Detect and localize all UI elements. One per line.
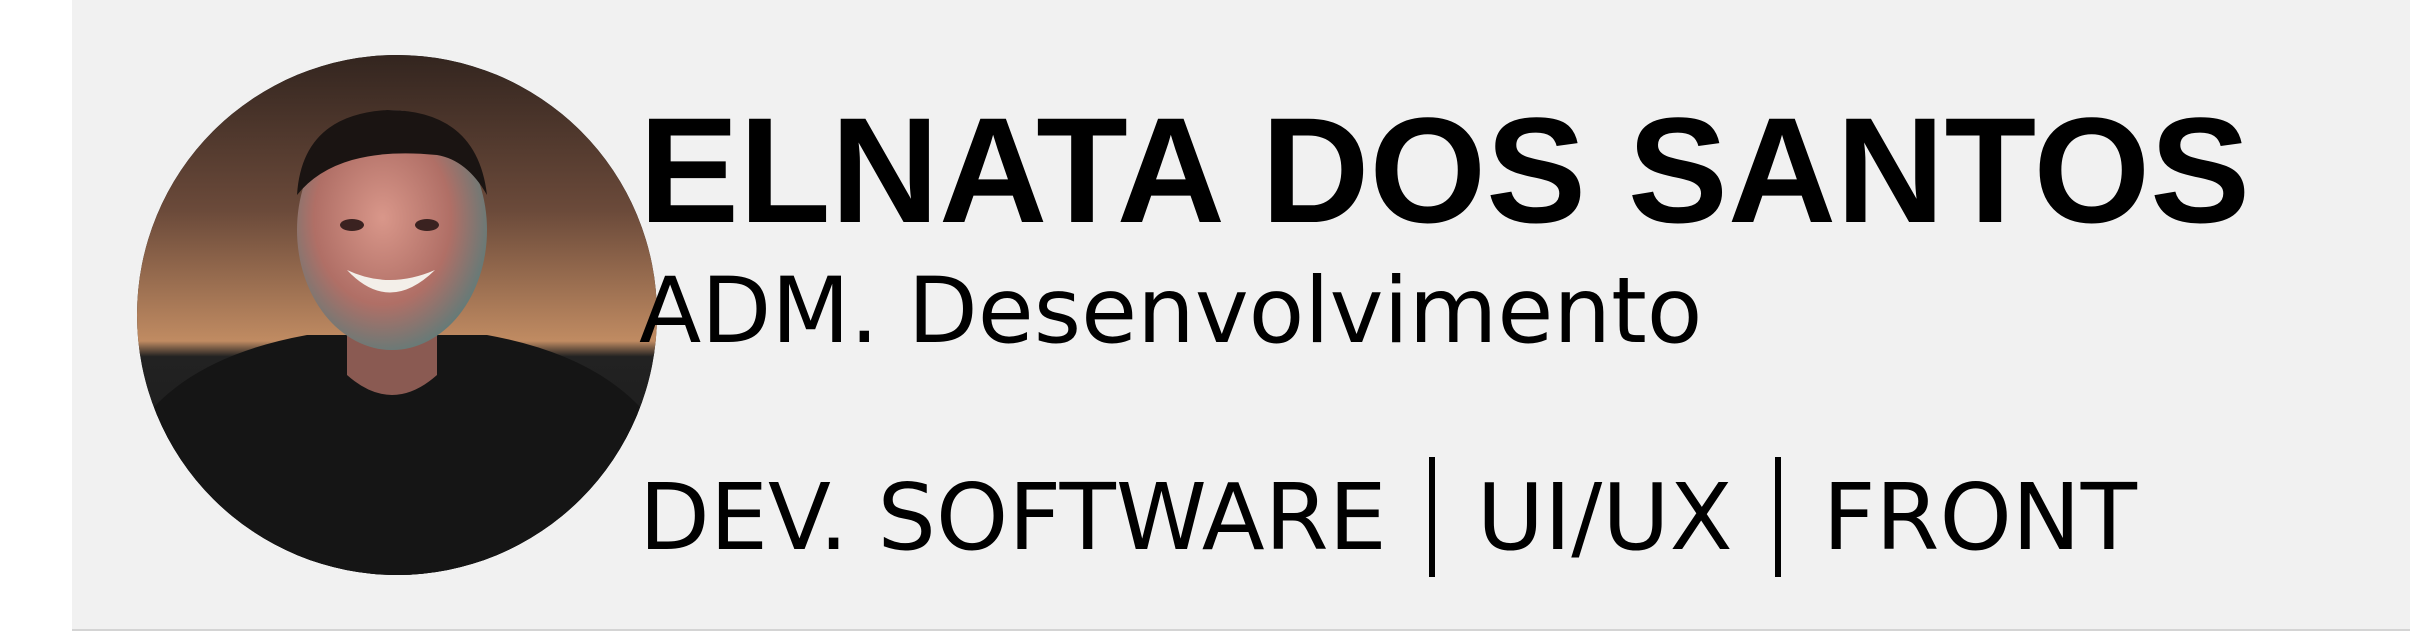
skills-list: DEV. SOFTWARE UI/UX FRONT	[639, 452, 2137, 582]
skill-front: FRONT	[1822, 463, 2137, 571]
divider	[1774, 457, 1781, 577]
divider	[1428, 457, 1435, 577]
profile-role: ADM. Desenvolvimento	[639, 259, 1703, 364]
profile-photo	[137, 55, 657, 575]
profile-name: ELNATA DOS SANTOS	[639, 86, 2251, 254]
skill-dev-software: DEV. SOFTWARE	[639, 463, 1387, 571]
avatar	[137, 55, 657, 575]
skill-ui-ux: UI/UX	[1476, 463, 1733, 571]
profile-card: ELNATA DOS SANTOS ADM. Desenvolvimento D…	[72, 0, 2410, 631]
